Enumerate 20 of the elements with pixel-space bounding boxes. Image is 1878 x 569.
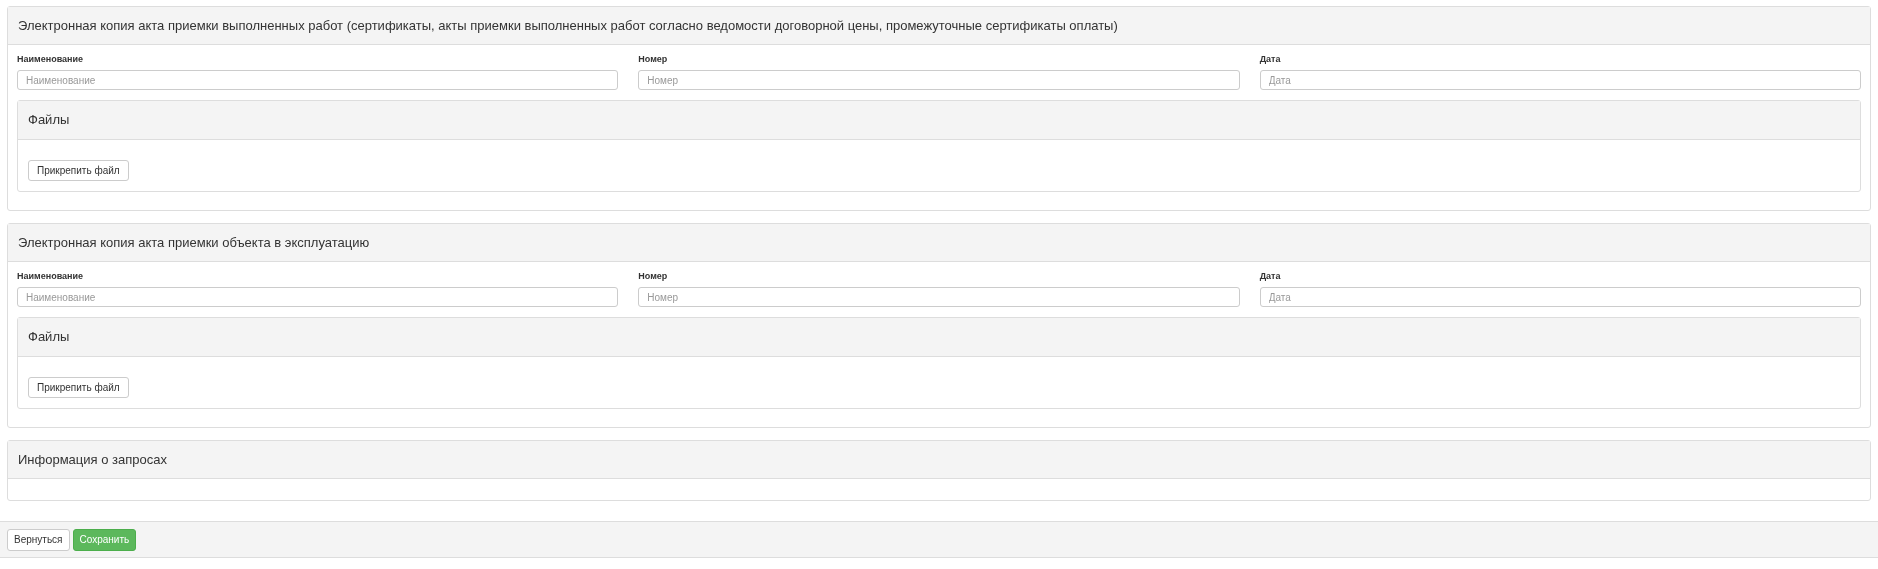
input-field[interactable]: Номер	[638, 70, 1240, 90]
field-label: Дата	[1259, 53, 1282, 65]
back-button[interactable]: Вернуться	[7, 528, 70, 551]
input-field[interactable]: Наименование	[17, 287, 619, 307]
input-field[interactable]: Номер	[638, 287, 1240, 307]
panel-title: Электронная копия акта приемки объекта в эксплуатацию	[18, 233, 370, 252]
field-label: Номер	[638, 270, 669, 282]
input-field[interactable]: Наименование	[17, 70, 619, 90]
panel-title: Электронная копия акта приемки выполненных работ (сертификаты, акты приемки выполненных работ согласно ведомости договорной цены, промежуточные сертификаты оплаты)	[18, 16, 1118, 35]
panel-title: Файлы	[28, 328, 70, 347]
attach-file-button[interactable]: Прикрепить файл	[28, 160, 129, 181]
input-field[interactable]: Дата	[1259, 70, 1861, 90]
panel-title: Информация о запросах	[18, 450, 167, 469]
attach-file-button[interactable]: Прикрепить файл	[28, 377, 129, 398]
field-label: Наименование	[17, 53, 85, 65]
panel-title: Файлы	[28, 111, 70, 130]
input-field[interactable]: Дата	[1259, 287, 1861, 307]
field-label: Наименование	[17, 270, 85, 282]
field-label: Дата	[1259, 270, 1282, 282]
field-label: Номер	[638, 53, 669, 65]
